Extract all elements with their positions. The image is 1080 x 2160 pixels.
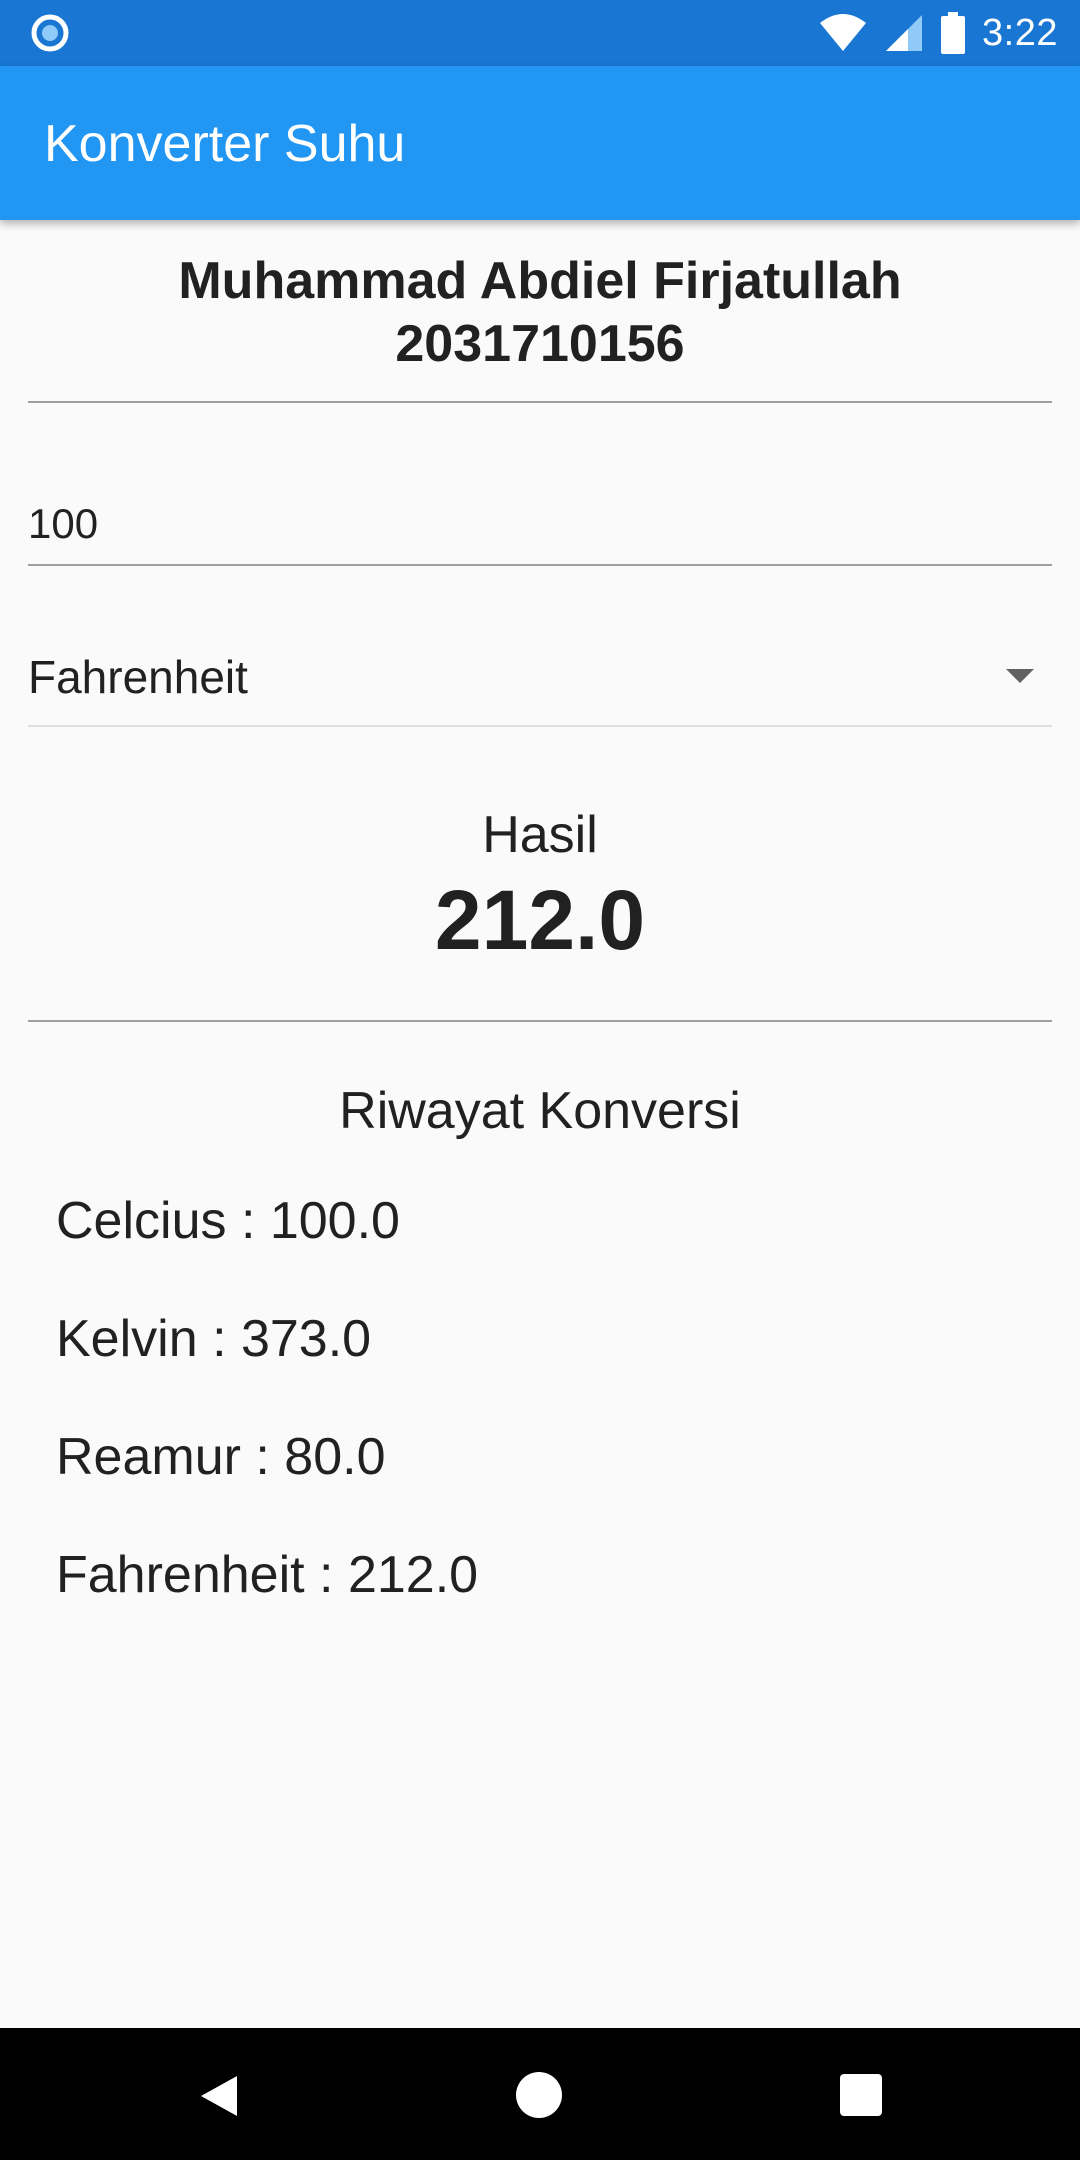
result-label: Hasil [482,806,598,864]
back-triangle-icon[interactable] [195,2072,243,2120]
header-divider [28,401,1052,403]
result-divider [28,1020,1052,1022]
result-value: 212.0 [434,873,646,967]
signal-icon [886,15,923,51]
history-item-celcius: Celcius : 100.0 [56,1192,400,1250]
navigation-bar [0,2028,1080,2160]
unit-dropdown[interactable]: Fahrenheit [28,625,1052,727]
battery-icon [941,12,966,54]
history-title: Riwayat Konversi [339,1082,741,1140]
status-bar: 3:22 [0,0,1080,66]
history-item-reamur: Reamur : 80.0 [56,1428,386,1486]
student-id: 2031710156 [395,315,685,373]
student-name: Muhammad Abdiel Firjatullah [178,252,902,310]
home-circle-icon[interactable] [516,2072,562,2118]
recent-apps-square-icon[interactable] [840,2074,882,2116]
wifi-icon [820,14,867,51]
app-title: Konverter Suhu [44,115,406,173]
notification-circle-icon [31,14,69,52]
history-list: Celcius : 100.0 Kelvin : 373.0 Reamur : … [56,1190,1036,1662]
temperature-input[interactable] [28,484,1052,566]
history-item-fahrenheit: Fahrenheit : 212.0 [56,1546,479,1604]
history-item-kelvin: Kelvin : 373.0 [56,1310,372,1368]
dropdown-selected-value: Fahrenheit [28,651,248,703]
status-time: 3:22 [982,11,1058,54]
app-bar: Konverter Suhu [0,66,1080,220]
dropdown-arrow-icon [1006,669,1034,683]
status-icons: 3:22 [818,0,1058,66]
